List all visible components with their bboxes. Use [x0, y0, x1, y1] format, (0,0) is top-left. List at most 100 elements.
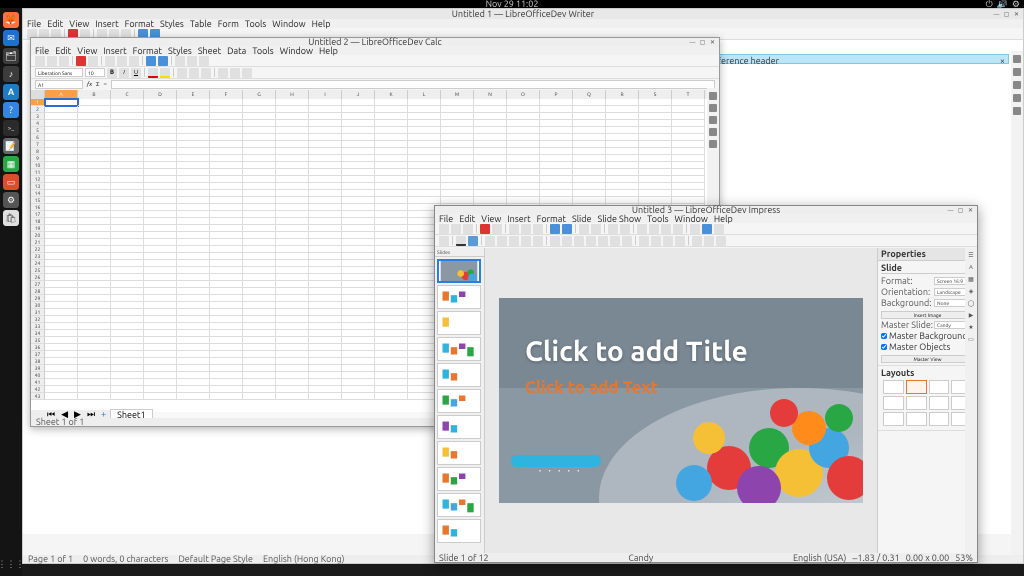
cell[interactable]	[342, 309, 375, 316]
cell[interactable]	[342, 176, 375, 183]
cell[interactable]	[45, 197, 78, 204]
cell[interactable]	[375, 372, 408, 379]
cell[interactable]	[210, 239, 243, 246]
cell[interactable]	[177, 113, 210, 120]
row-header[interactable]: 39	[31, 365, 45, 372]
pdf-icon[interactable]	[480, 224, 490, 234]
cell[interactable]	[45, 288, 78, 295]
cell[interactable]	[309, 344, 342, 351]
cell[interactable]	[144, 274, 177, 281]
sidebar-styles-icon[interactable]	[709, 104, 717, 112]
cell[interactable]	[573, 106, 606, 113]
cell[interactable]	[144, 169, 177, 176]
cell[interactable]	[210, 176, 243, 183]
cell[interactable]	[210, 246, 243, 253]
cell[interactable]	[243, 169, 276, 176]
cell[interactable]	[45, 106, 78, 113]
cell[interactable]	[45, 260, 78, 267]
cell[interactable]	[111, 141, 144, 148]
calc-menu-view[interactable]: View	[77, 46, 97, 56]
cell[interactable]	[78, 183, 111, 190]
cell[interactable]	[309, 225, 342, 232]
calc-menu-data[interactable]: Data	[227, 46, 246, 56]
cell[interactable]	[144, 197, 177, 204]
cell[interactable]	[177, 183, 210, 190]
cell[interactable]	[375, 281, 408, 288]
master-view-button[interactable]: Master View	[881, 355, 974, 363]
cell[interactable]	[243, 113, 276, 120]
cell[interactable]	[375, 204, 408, 211]
cell[interactable]	[276, 190, 309, 197]
row-header[interactable]: 18	[31, 218, 45, 225]
start-first-icon[interactable]	[608, 224, 618, 234]
cell[interactable]	[177, 351, 210, 358]
cell[interactable]	[375, 127, 408, 134]
cell[interactable]	[243, 183, 276, 190]
cell[interactable]	[111, 134, 144, 141]
cell[interactable]	[111, 267, 144, 274]
cell[interactable]	[507, 127, 540, 134]
equals-icon[interactable]: =	[103, 81, 106, 88]
cell[interactable]	[177, 344, 210, 351]
cell[interactable]	[177, 211, 210, 218]
cell[interactable]	[111, 260, 144, 267]
cell[interactable]	[573, 190, 606, 197]
writer-max-button[interactable]: ▢	[1003, 10, 1010, 17]
cell[interactable]	[342, 134, 375, 141]
cell[interactable]	[408, 120, 441, 127]
cell[interactable]	[672, 162, 705, 169]
cell[interactable]	[309, 337, 342, 344]
cell[interactable]	[210, 393, 243, 400]
cell[interactable]	[45, 309, 78, 316]
print-icon[interactable]	[88, 56, 98, 66]
cell[interactable]	[507, 169, 540, 176]
cell[interactable]	[177, 372, 210, 379]
col-header[interactable]: I	[309, 90, 342, 99]
cell[interactable]	[45, 337, 78, 344]
cell[interactable]	[540, 169, 573, 176]
cell[interactable]	[144, 211, 177, 218]
cell[interactable]	[78, 120, 111, 127]
cell[interactable]	[78, 155, 111, 162]
impress-max-button[interactable]: ▢	[957, 207, 964, 214]
cell[interactable]	[309, 113, 342, 120]
slide-thumb[interactable]	[437, 363, 481, 387]
cell[interactable]	[144, 379, 177, 386]
cell[interactable]	[276, 316, 309, 323]
cell[interactable]	[573, 141, 606, 148]
cell[interactable]	[606, 176, 639, 183]
cell[interactable]	[78, 239, 111, 246]
cell[interactable]	[309, 246, 342, 253]
cell[interactable]	[243, 239, 276, 246]
cell[interactable]	[375, 190, 408, 197]
cell[interactable]	[375, 176, 408, 183]
cell[interactable]	[144, 113, 177, 120]
sidebar-page-icon[interactable]	[1013, 107, 1021, 115]
cell[interactable]	[210, 281, 243, 288]
cell[interactable]	[342, 148, 375, 155]
cell[interactable]	[111, 344, 144, 351]
cell[interactable]	[78, 358, 111, 365]
cell[interactable]	[441, 148, 474, 155]
cell[interactable]	[309, 295, 342, 302]
cell[interactable]	[45, 358, 78, 365]
writer-menu-window[interactable]: Window	[272, 19, 305, 29]
cell[interactable]	[111, 253, 144, 260]
cell[interactable]	[639, 197, 672, 204]
cell[interactable]	[309, 134, 342, 141]
cell[interactable]	[177, 190, 210, 197]
cell[interactable]	[408, 141, 441, 148]
save-icon[interactable]	[59, 56, 69, 66]
cell[interactable]	[342, 127, 375, 134]
cell[interactable]	[144, 99, 177, 106]
cell[interactable]	[672, 134, 705, 141]
col-header[interactable]: R	[606, 90, 639, 99]
cell[interactable]	[78, 379, 111, 386]
3d-icon[interactable]	[622, 236, 632, 246]
cell[interactable]	[606, 162, 639, 169]
cell[interactable]	[210, 295, 243, 302]
cell[interactable]	[408, 169, 441, 176]
cell[interactable]	[177, 295, 210, 302]
cell[interactable]	[309, 253, 342, 260]
col-header[interactable]: D	[144, 90, 177, 99]
